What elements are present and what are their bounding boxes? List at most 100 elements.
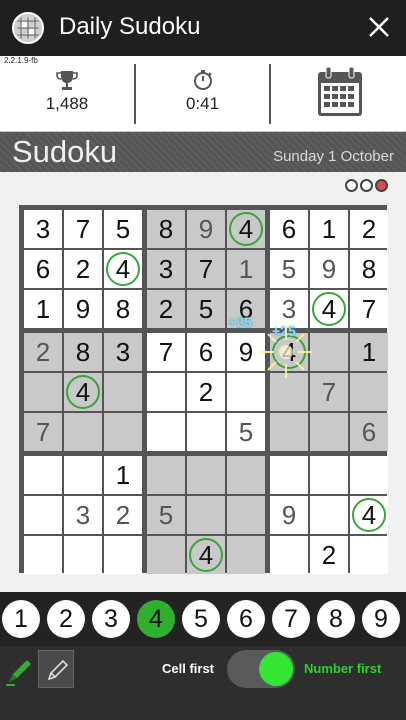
grid-cell[interactable]: 3: [104, 333, 142, 371]
grid-cell[interactable]: 5: [270, 250, 308, 288]
cell-digit: 7: [321, 376, 337, 407]
grid-cell[interactable]: 1: [104, 456, 142, 494]
number-button-1[interactable]: 1: [2, 600, 40, 638]
trophy-icon: [56, 71, 78, 90]
grid-cell[interactable]: [227, 456, 265, 494]
cell-digit: 7: [75, 213, 91, 244]
grid-cell[interactable]: [270, 456, 308, 494]
grid-cell[interactable]: [227, 496, 265, 534]
grid-cell[interactable]: [24, 536, 62, 574]
grid-cell[interactable]: 7: [147, 333, 185, 371]
grid-cell[interactable]: [227, 536, 265, 574]
grid-cell[interactable]: 5: [104, 210, 142, 248]
grid-cell[interactable]: 2: [24, 333, 62, 371]
grid-cell[interactable]: 6: [350, 413, 388, 451]
grid-cell[interactable]: 1: [227, 250, 265, 288]
grid-cell[interactable]: [350, 456, 388, 494]
input-mode-toggle[interactable]: [227, 650, 295, 688]
number-button-3[interactable]: 3: [92, 600, 130, 638]
grid-cell[interactable]: 4: [350, 496, 388, 534]
grid-cell[interactable]: 7: [24, 413, 62, 451]
grid-cell[interactable]: [187, 496, 225, 534]
grid-cell[interactable]: [24, 456, 62, 494]
cell-digit: 9: [281, 499, 297, 530]
grid-cell[interactable]: 9: [270, 496, 308, 534]
grid-cell[interactable]: [310, 456, 348, 494]
grid-cell[interactable]: 6: [270, 210, 308, 248]
grid-cell[interactable]: 9: [64, 290, 102, 328]
grid-cell[interactable]: 7: [350, 290, 388, 328]
calendar-button[interactable]: [272, 56, 406, 132]
sparkle-icon: [260, 326, 312, 378]
grid-cell[interactable]: [350, 536, 388, 574]
pencil-mode-button[interactable]: [38, 650, 74, 688]
grid-cell[interactable]: [104, 373, 142, 411]
cell-digit: 2: [75, 253, 91, 284]
grid-cell[interactable]: 3: [147, 250, 185, 288]
grid-cell[interactable]: 3: [24, 210, 62, 248]
grid-cell[interactable]: [147, 456, 185, 494]
number-button-4[interactable]: 4: [137, 600, 175, 638]
number-button-7[interactable]: 7: [272, 600, 310, 638]
grid-cell[interactable]: 4: [104, 250, 142, 288]
grid-cell[interactable]: [24, 496, 62, 534]
number-button-6[interactable]: 6: [227, 600, 265, 638]
number-button-8[interactable]: 8: [317, 600, 355, 638]
grid-cell[interactable]: 7: [187, 250, 225, 288]
grid-cell[interactable]: [310, 496, 348, 534]
grid-cell[interactable]: 8: [147, 210, 185, 248]
bottom-bar: Cell first Number first: [0, 646, 406, 720]
grid-cell[interactable]: 2: [64, 250, 102, 288]
grid-cell[interactable]: [270, 413, 308, 451]
grid-cell[interactable]: 8: [64, 333, 102, 371]
grid-cell[interactable]: 5: [227, 413, 265, 451]
grid-cell[interactable]: 2: [104, 496, 142, 534]
grid-cell[interactable]: 2: [147, 290, 185, 328]
grid-cell[interactable]: [147, 536, 185, 574]
number-button-2[interactable]: 2: [47, 600, 85, 638]
cell-digit: 5: [238, 416, 254, 447]
grid-cell[interactable]: 4: [227, 210, 265, 248]
grid-cell[interactable]: 4: [64, 373, 102, 411]
grid-cell[interactable]: 9: [310, 250, 348, 288]
grid-cell[interactable]: [64, 413, 102, 451]
score-value: 1,488: [45, 94, 89, 113]
grid-cell[interactable]: 7: [64, 210, 102, 248]
grid-cell[interactable]: [310, 413, 348, 451]
grid-cell[interactable]: 5: [147, 496, 185, 534]
grid-cell[interactable]: 1: [350, 333, 388, 371]
grid-cell[interactable]: 6: [24, 250, 62, 288]
grid-cell[interactable]: [24, 373, 62, 411]
grid-cell[interactable]: 5: [187, 290, 225, 328]
grid-cell[interactable]: 2: [187, 373, 225, 411]
grid-cell[interactable]: 1: [24, 290, 62, 328]
grid-cell[interactable]: 8: [350, 250, 388, 288]
grid-cell[interactable]: [147, 413, 185, 451]
grid-cell[interactable]: [270, 536, 308, 574]
grid-cell[interactable]: [187, 413, 225, 451]
pen-mode-button[interactable]: [3, 654, 35, 688]
cell-digit: 9: [75, 293, 91, 324]
close-button[interactable]: [366, 14, 392, 40]
number-button-9[interactable]: 9: [362, 600, 400, 638]
grid-cell[interactable]: 1: [310, 210, 348, 248]
grid-cell[interactable]: [350, 373, 388, 411]
grid-cell[interactable]: [147, 373, 185, 411]
grid-cell[interactable]: 6: [187, 333, 225, 371]
grid-cell[interactable]: [64, 456, 102, 494]
cell-digit: 9: [321, 253, 337, 284]
grid-cell[interactable]: [187, 456, 225, 494]
lives-indicator: [343, 179, 388, 197]
page-title: Sudoku: [12, 134, 118, 169]
grid-cell[interactable]: 9: [187, 210, 225, 248]
number-button-5[interactable]: 5: [182, 600, 220, 638]
grid-cell[interactable]: 4: [187, 536, 225, 574]
grid-cell[interactable]: [104, 536, 142, 574]
grid-cell[interactable]: [64, 536, 102, 574]
life-dot: [360, 179, 373, 192]
grid-cell[interactable]: 2: [310, 536, 348, 574]
grid-cell[interactable]: 8: [104, 290, 142, 328]
grid-cell[interactable]: [104, 413, 142, 451]
grid-cell[interactable]: 2: [350, 210, 388, 248]
grid-cell[interactable]: 3: [64, 496, 102, 534]
